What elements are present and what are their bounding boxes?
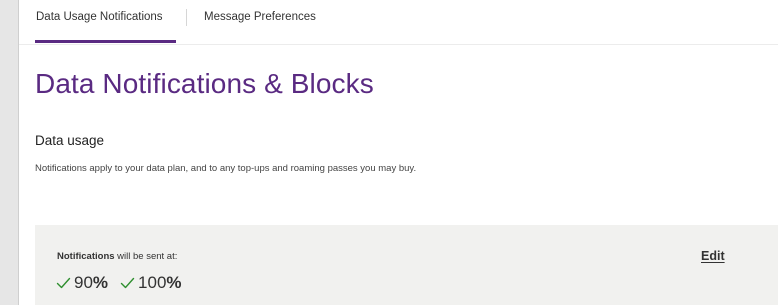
tab-message-preferences[interactable]: Message Preferences [204, 11, 316, 23]
notifications-label-rest: will be sent at: [114, 251, 178, 262]
tab-divider [186, 9, 187, 26]
threshold-item: 90% [56, 273, 108, 293]
edit-notifications-link[interactable]: Edit [701, 249, 725, 263]
section-heading-data-usage: Data usage [35, 133, 105, 148]
check-icon [56, 277, 71, 289]
threshold-item: 100% [120, 273, 182, 293]
active-tab-indicator [35, 40, 176, 43]
data-usage-description: Notifications apply to your data plan, a… [35, 163, 417, 174]
notifications-label-strong: Notifications [57, 251, 115, 262]
page-frame: Data Usage Notifications Message Prefere… [18, 0, 778, 305]
notifications-label: Notifications will be sent at: [57, 251, 177, 262]
threshold-value: 100% [138, 273, 182, 293]
threshold-unit: % [166, 273, 182, 292]
threshold-unit: % [92, 273, 109, 292]
page-title: Data Notifications & Blocks [35, 68, 374, 99]
threshold-number: 90 [74, 273, 93, 292]
threshold-list: 90% 100% [56, 273, 182, 293]
check-icon [120, 277, 135, 289]
threshold-value: 90% [74, 273, 108, 293]
tab-data-usage-notifications[interactable]: Data Usage Notifications [36, 11, 163, 23]
threshold-number: 100 [138, 273, 167, 292]
notifications-panel: Notifications will be sent at: Edit 90% … [35, 225, 778, 305]
tab-bar: Data Usage Notifications Message Prefere… [19, 0, 778, 45]
